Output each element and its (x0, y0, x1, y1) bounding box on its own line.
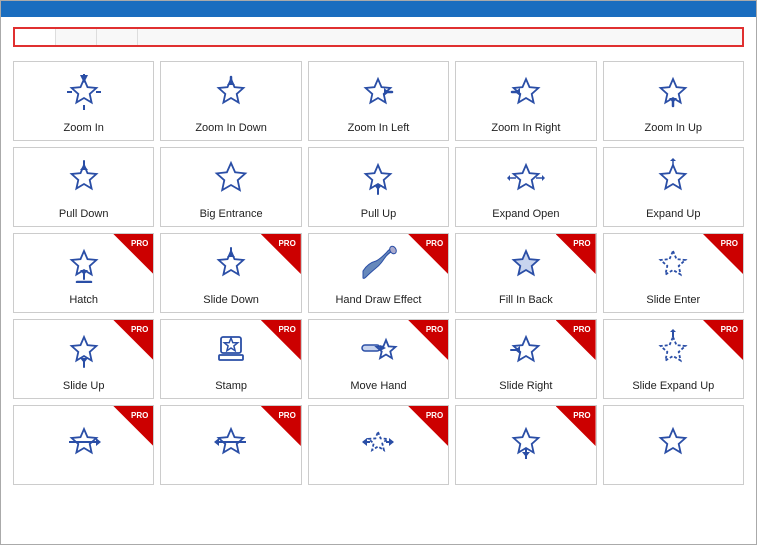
effect-icon-row5-5 (653, 421, 693, 466)
effect-icon-zoom-in (64, 71, 104, 116)
effect-icon-expand-open (506, 157, 546, 202)
pro-badge: PRO (261, 234, 301, 274)
effect-icon-zoom-in-up (653, 71, 693, 116)
pro-badge: PRO (703, 234, 743, 274)
pro-badge: PRO (556, 406, 596, 446)
effect-cell-row5-2[interactable]: PRO (160, 405, 301, 485)
effect-label-zoom-in: Zoom In (64, 122, 104, 134)
effect-cell-row5-1[interactable]: PRO (13, 405, 154, 485)
effect-label-slide-expand-up: Slide Expand Up (632, 380, 714, 392)
effect-label-zoom-in-up: Zoom In Up (645, 122, 702, 134)
effect-icon-pull-down (64, 157, 104, 202)
effect-cell-row5-4[interactable]: PRO (455, 405, 596, 485)
effect-label-big-entrance: Big Entrance (200, 208, 263, 220)
effect-cell-zoom-in-left[interactable]: Zoom In Left (308, 61, 449, 141)
effect-icon-expand-up (653, 157, 693, 202)
effect-cell-row5-3[interactable]: PRO (308, 405, 449, 485)
effect-cell-hand-draw[interactable]: Hand Draw Effect PRO (308, 233, 449, 313)
effect-cell-zoom-in-right[interactable]: Zoom In Right (455, 61, 596, 141)
effect-cell-zoom-in[interactable]: Zoom In (13, 61, 154, 141)
effect-label-hand-draw: Hand Draw Effect (335, 294, 421, 306)
tab-emphasis[interactable] (56, 29, 97, 45)
pro-badge: PRO (703, 320, 743, 360)
effect-label-stamp: Stamp (215, 380, 247, 392)
effects-grid-area: Zoom In Zoom In Down Zoom In Left Zoom I… (1, 57, 756, 544)
tab-exit[interactable] (97, 29, 138, 45)
pro-badge: PRO (408, 234, 448, 274)
effect-icon-row5-1 (64, 421, 104, 466)
effect-label-slide-right: Slide Right (499, 380, 552, 392)
effect-cell-expand-up[interactable]: Expand Up (603, 147, 744, 227)
pro-badge: PRO (408, 406, 448, 446)
effect-cell-pull-up[interactable]: Pull Up (308, 147, 449, 227)
pro-badge: PRO (261, 320, 301, 360)
effect-label-fill-in-back: Fill In Back (499, 294, 553, 306)
effect-label-zoom-in-right: Zoom In Right (491, 122, 560, 134)
effect-icon-zoom-in-right (506, 71, 546, 116)
pro-badge: PRO (556, 320, 596, 360)
effect-cell-slide-down[interactable]: Slide Down PRO (160, 233, 301, 313)
effect-icon-big-entrance (211, 157, 251, 202)
effect-icon-fill-in-back (506, 243, 546, 288)
effect-cell-slide-enter[interactable]: Slide Enter PRO (603, 233, 744, 313)
content-area: Zoom In Zoom In Down Zoom In Left Zoom I… (1, 57, 756, 544)
effect-icon-row5-3 (358, 421, 398, 466)
pro-badge: PRO (408, 320, 448, 360)
effect-label-zoom-in-left: Zoom In Left (348, 122, 410, 134)
dialog-titlebar (1, 1, 756, 17)
effect-icon-hand-draw (358, 243, 398, 288)
effect-icon-zoom-in-down (211, 71, 251, 116)
effect-icon-row5-2 (211, 421, 251, 466)
pro-badge: PRO (113, 234, 153, 274)
pro-badge: PRO (261, 406, 301, 446)
effect-label-expand-open: Expand Open (492, 208, 559, 220)
tab-bar (13, 27, 744, 47)
effect-label-zoom-in-down: Zoom In Down (195, 122, 267, 134)
effect-cell-hatch[interactable]: Hatch PRO (13, 233, 154, 313)
effect-label-hatch: Hatch (69, 294, 98, 306)
pro-badge: PRO (556, 234, 596, 274)
effect-label-slide-enter: Slide Enter (646, 294, 700, 306)
effect-label-pull-up: Pull Up (361, 208, 396, 220)
effect-label-move-hand: Move Hand (350, 380, 406, 392)
effect-icon-slide-down (211, 243, 251, 288)
effect-label-expand-up: Expand Up (646, 208, 700, 220)
effect-cell-zoom-in-down[interactable]: Zoom In Down (160, 61, 301, 141)
tab-action[interactable] (138, 29, 178, 45)
effect-cell-slide-up[interactable]: Slide Up PRO (13, 319, 154, 399)
tab-entrance[interactable] (15, 29, 56, 45)
effect-icon-move-hand (358, 329, 398, 374)
effect-cell-slide-right[interactable]: Slide Right PRO (455, 319, 596, 399)
effect-icon-slide-right (506, 329, 546, 374)
effects-grid: Zoom In Zoom In Down Zoom In Left Zoom I… (13, 61, 744, 485)
choose-effect-dialog: Zoom In Zoom In Down Zoom In Left Zoom I… (0, 0, 757, 545)
effect-cell-move-hand[interactable]: Move Hand PRO (308, 319, 449, 399)
effect-cell-zoom-in-up[interactable]: Zoom In Up (603, 61, 744, 141)
effect-icon-slide-up (64, 329, 104, 374)
effect-label-slide-up: Slide Up (63, 380, 105, 392)
effect-icon-stamp (211, 329, 251, 374)
pro-badge: PRO (113, 320, 153, 360)
effect-cell-slide-expand-up[interactable]: Slide Expand Up PRO (603, 319, 744, 399)
effect-icon-zoom-in-left (358, 71, 398, 116)
effect-icon-slide-enter (653, 243, 693, 288)
effect-cell-big-entrance[interactable]: Big Entrance (160, 147, 301, 227)
effect-cell-stamp[interactable]: Stamp PRO (160, 319, 301, 399)
effect-icon-slide-expand-up (653, 329, 693, 374)
effect-icon-pull-up (358, 157, 398, 202)
effect-icon-hatch (64, 243, 104, 288)
effect-icon-row5-4 (506, 421, 546, 466)
effect-cell-fill-in-back[interactable]: Fill In Back PRO (455, 233, 596, 313)
pro-badge: PRO (113, 406, 153, 446)
effect-cell-pull-down[interactable]: Pull Down (13, 147, 154, 227)
effect-cell-expand-open[interactable]: Expand Open (455, 147, 596, 227)
effect-label-pull-down: Pull Down (59, 208, 109, 220)
effect-cell-row5-5[interactable] (603, 405, 744, 485)
effect-label-slide-down: Slide Down (203, 294, 259, 306)
